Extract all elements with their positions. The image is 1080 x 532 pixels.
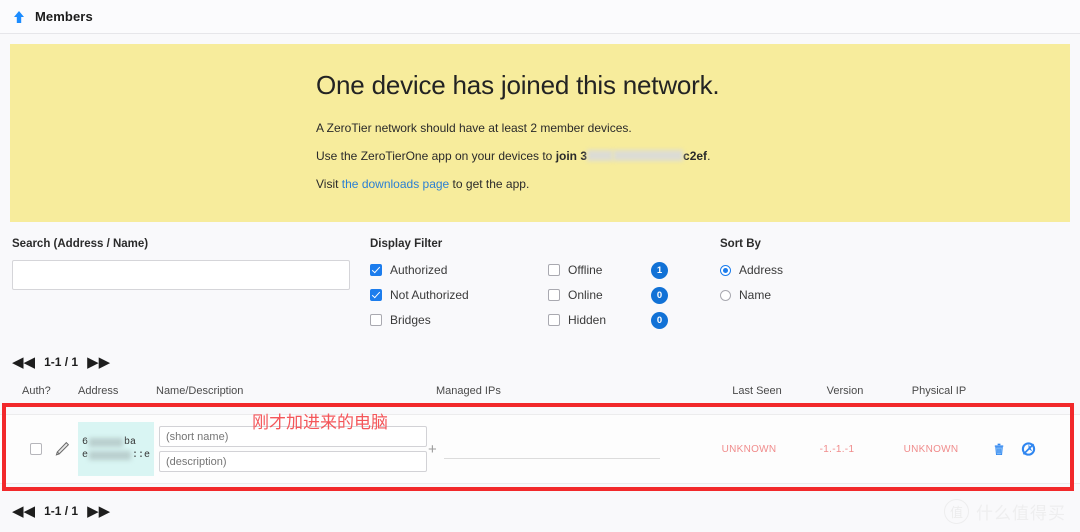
banner-line-3-prefix: Visit (316, 177, 342, 191)
column-header-physical-ip: Physical IP (911, 385, 967, 397)
banner-line-2: Use the ZeroTierOne app on your devices … (316, 149, 1050, 163)
checkbox-hidden[interactable] (548, 314, 560, 326)
member-short-name-input[interactable] (159, 426, 427, 447)
pagination-range-top: 1-1 / 1 (44, 355, 79, 369)
member-address6-suffix: ::e (132, 450, 151, 461)
members-table: Auth? Address Name/Description Managed I… (0, 385, 1080, 491)
first-page-icon-bottom[interactable]: ◀◀ (12, 504, 35, 519)
member-physical-ip: UNKNOWN (903, 443, 959, 455)
member-last-seen: UNKNOWN (721, 443, 777, 455)
add-ip-icon[interactable]: + (428, 442, 437, 457)
redacted-address-2 (89, 451, 132, 460)
pencil-icon[interactable] (54, 441, 70, 457)
column-header-address: Address (78, 385, 119, 397)
checkbox-not-authorized[interactable] (370, 289, 382, 301)
pagination-range-bottom: 1-1 / 1 (44, 504, 79, 518)
checkbox-authorized[interactable] (370, 264, 382, 276)
filter-not-authorized-label: Not Authorized (390, 288, 469, 302)
member-address-line-1: 6 ba (82, 436, 154, 449)
radio-name[interactable] (720, 289, 731, 301)
redacted-address-1 (89, 438, 124, 447)
member-authorize-checkbox[interactable] (30, 443, 42, 455)
display-filter-column: Display Filter Authorized Not Authorized… (370, 238, 720, 335)
search-input[interactable] (12, 260, 350, 290)
display-filter-right-group: Offline 1 Online 0 Hidden 0 (548, 260, 698, 335)
pagination-top: ◀◀ 1-1 / 1 ▶▶ (0, 351, 1080, 373)
redacted-network-id-part-2 (613, 150, 684, 161)
table-row: 6 ba e ::e + UNKNOWN -1.-1.-1 UNKNOWN (0, 414, 1080, 484)
banner-heading: One device has joined this network. (316, 70, 720, 100)
member-actions-cell (986, 441, 1070, 457)
display-filter-label: Display Filter (370, 238, 443, 250)
member-auth-cell (0, 441, 78, 457)
filter-authorized[interactable]: Authorized (370, 260, 548, 280)
member-address-cell: 6 ba e ::e (78, 422, 154, 476)
pagination-bottom: ◀◀ 1-1 / 1 ▶▶ (0, 500, 1080, 522)
sort-option-address-label: Address (739, 263, 784, 277)
filter-bar: Search (Address / Name) Display Filter A… (0, 222, 1080, 335)
filter-hidden[interactable]: Hidden 0 (548, 310, 698, 330)
badge-online-count: 0 (651, 286, 668, 304)
filter-bridges-label: Bridges (390, 313, 431, 327)
first-page-icon[interactable]: ◀◀ (12, 355, 35, 370)
filter-offline[interactable]: Offline 1 (548, 260, 698, 280)
filter-authorized-label: Authorized (390, 263, 448, 277)
filter-hidden-label: Hidden (568, 313, 607, 327)
checkbox-bridges[interactable] (370, 314, 382, 326)
member-address-prefix: 6 (82, 437, 89, 448)
join-notice-banner: One device has joined this network. A Ze… (10, 44, 1070, 222)
banner-line-1: A ZeroTier network should have at least … (316, 121, 632, 135)
badge-hidden-count: 0 (651, 311, 668, 329)
search-label: Search (Address / Name) (12, 238, 149, 250)
page-title: Members (35, 9, 93, 24)
checkbox-offline[interactable] (548, 264, 560, 276)
downloads-page-link[interactable]: the downloads page (342, 177, 449, 191)
column-header-actions (994, 385, 1078, 397)
radio-address[interactable] (720, 264, 731, 276)
member-name-cell (154, 426, 428, 472)
column-header-last-seen: Last Seen (732, 385, 782, 397)
redacted-network-id-part-1 (587, 150, 614, 161)
last-page-icon[interactable]: ▶▶ (87, 355, 110, 370)
member-version: -1.-1.-1 (819, 443, 855, 455)
member-managed-ips-cell: + (428, 439, 700, 459)
banner-join-command: join 3 (555, 149, 588, 163)
sort-by-label: Sort By (720, 238, 761, 250)
filter-bridges[interactable]: Bridges (370, 310, 548, 330)
sort-option-address[interactable]: Address (720, 260, 920, 280)
member-address-suffix: ba (124, 437, 137, 448)
badge-offline-count: 1 (651, 261, 668, 279)
member-address-line-2: e ::e (82, 449, 154, 462)
member-managed-ip-input[interactable] (443, 439, 660, 459)
page-header: Members (0, 0, 1080, 34)
banner-line-3: Visit the downloads page to get the app. (316, 177, 1050, 191)
last-page-icon-bottom[interactable]: ▶▶ (87, 504, 110, 519)
banner-line-2-prefix: Use the ZeroTierOne app on your devices … (316, 149, 556, 163)
column-header-managed-ips: Managed IPs (436, 385, 501, 397)
banner-line-3-suffix: to get the app. (449, 177, 530, 191)
banner-join-suffix: c2ef (683, 149, 708, 163)
search-column: Search (Address / Name) (12, 238, 370, 335)
filter-offline-label: Offline (568, 263, 603, 277)
table-header-row: Auth? Address Name/Description Managed I… (0, 385, 1080, 406)
filter-not-authorized[interactable]: Not Authorized (370, 285, 548, 305)
column-header-auth: Auth? (22, 385, 51, 397)
banner-line-2-end: . (707, 149, 711, 163)
trash-icon[interactable] (992, 441, 1007, 457)
display-filter-left-group: Authorized Not Authorized Bridges (370, 260, 548, 335)
filter-online-label: Online (568, 288, 603, 302)
checkbox-online[interactable] (548, 289, 560, 301)
filter-online[interactable]: Online 0 (548, 285, 698, 305)
up-arrow-icon (12, 10, 26, 24)
member-address6-prefix: e (82, 450, 89, 461)
sort-option-name-label: Name (739, 288, 772, 302)
sort-by-column: Sort By Address Name (720, 238, 920, 335)
circle-arrow-icon[interactable] (1021, 441, 1036, 457)
column-header-version: Version (826, 385, 864, 397)
sort-option-name[interactable]: Name (720, 285, 920, 305)
member-description-input[interactable] (159, 451, 427, 472)
column-header-name: Name/Description (156, 385, 244, 397)
